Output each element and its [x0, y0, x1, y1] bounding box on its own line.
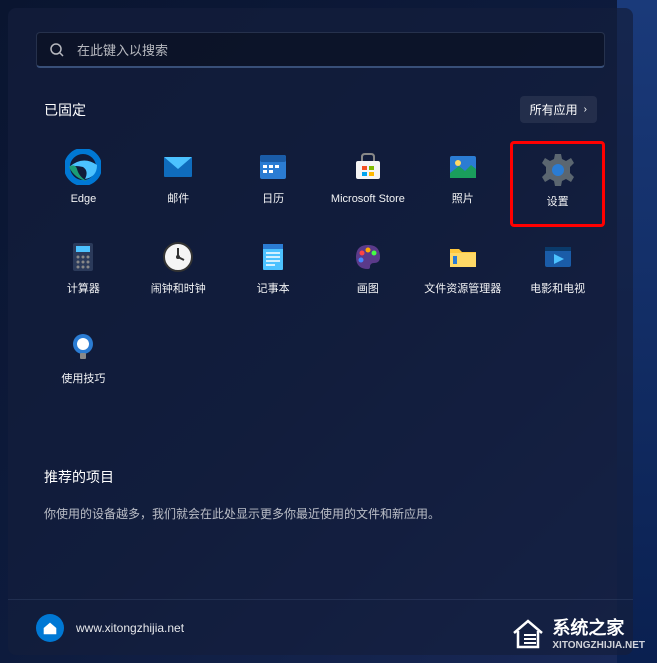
- all-apps-label: 所有应用: [530, 101, 578, 118]
- app-label: Microsoft Store: [331, 193, 405, 206]
- clock-icon: [160, 239, 196, 275]
- app-label: 使用技巧: [61, 373, 105, 386]
- footer-logo-icon[interactable]: [36, 614, 64, 642]
- start-menu: 在此键入以搜索 已固定 所有应用 › Edge: [8, 8, 633, 655]
- mail-icon: [160, 149, 196, 185]
- app-mail[interactable]: 邮件: [131, 141, 226, 227]
- app-label: 日历: [262, 193, 284, 206]
- app-label: 照片: [452, 193, 474, 206]
- chevron-right-icon: ›: [584, 104, 587, 115]
- settings-icon: [540, 152, 576, 188]
- movies-icon: [540, 239, 576, 275]
- paint-icon: [350, 239, 386, 275]
- app-label: 记事本: [257, 283, 290, 296]
- calendar-icon: [255, 149, 291, 185]
- app-clock[interactable]: 闹钟和时钟: [131, 231, 226, 317]
- app-paint[interactable]: 画图: [321, 231, 416, 317]
- app-explorer[interactable]: 文件资源管理器: [415, 231, 510, 317]
- all-apps-button[interactable]: 所有应用 ›: [520, 96, 597, 123]
- watermark-house-icon: [510, 615, 546, 651]
- app-calculator[interactable]: 计算器: [36, 231, 131, 317]
- recommended-title: 推荐的项目: [44, 467, 114, 487]
- app-calendar[interactable]: 日历: [226, 141, 321, 227]
- app-edge[interactable]: Edge: [36, 141, 131, 227]
- edge-icon: [65, 149, 101, 185]
- app-label: 设置: [547, 196, 569, 209]
- recommended-empty-text: 你使用的设备越多，我们就会在此处显示更多你最近使用的文件和新应用。: [36, 505, 605, 522]
- recommended-section: 推荐的项目 你使用的设备越多，我们就会在此处显示更多你最近使用的文件和新应用。: [36, 467, 605, 522]
- app-store[interactable]: Microsoft Store: [321, 141, 416, 227]
- notepad-icon: [255, 239, 291, 275]
- footer-url: www.xitongzhijia.net: [76, 621, 184, 635]
- watermark-text: 系统之家: [552, 618, 624, 638]
- app-movies[interactable]: 电影和电视: [510, 231, 605, 317]
- app-notepad[interactable]: 记事本: [226, 231, 321, 317]
- search-placeholder: 在此键入以搜索: [77, 40, 168, 59]
- watermark-subtext: XITONGZHIJIA.NET: [552, 640, 645, 651]
- search-box[interactable]: 在此键入以搜索: [36, 32, 605, 68]
- app-label: 画图: [357, 283, 379, 296]
- tips-icon: [65, 329, 101, 365]
- app-label: 文件资源管理器: [424, 283, 501, 296]
- pinned-title: 已固定: [44, 100, 86, 120]
- pinned-apps-grid: Edge 邮件: [36, 141, 605, 407]
- store-icon: [350, 149, 386, 185]
- app-label: Edge: [71, 193, 97, 206]
- app-label: 闹钟和时钟: [151, 283, 206, 296]
- calculator-icon: [65, 239, 101, 275]
- app-tips[interactable]: 使用技巧: [36, 321, 131, 407]
- app-settings[interactable]: 设置: [510, 141, 605, 227]
- app-label: 电影和电视: [530, 283, 585, 296]
- explorer-icon: [445, 239, 481, 275]
- app-label: 邮件: [167, 193, 189, 206]
- watermark: 系统之家 XITONGZHIJIA.NET: [510, 614, 645, 651]
- app-label: 计算器: [67, 283, 100, 296]
- photos-icon: [445, 149, 481, 185]
- pinned-header: 已固定 所有应用 ›: [36, 96, 605, 123]
- search-icon: [49, 42, 65, 58]
- app-photos[interactable]: 照片: [415, 141, 510, 227]
